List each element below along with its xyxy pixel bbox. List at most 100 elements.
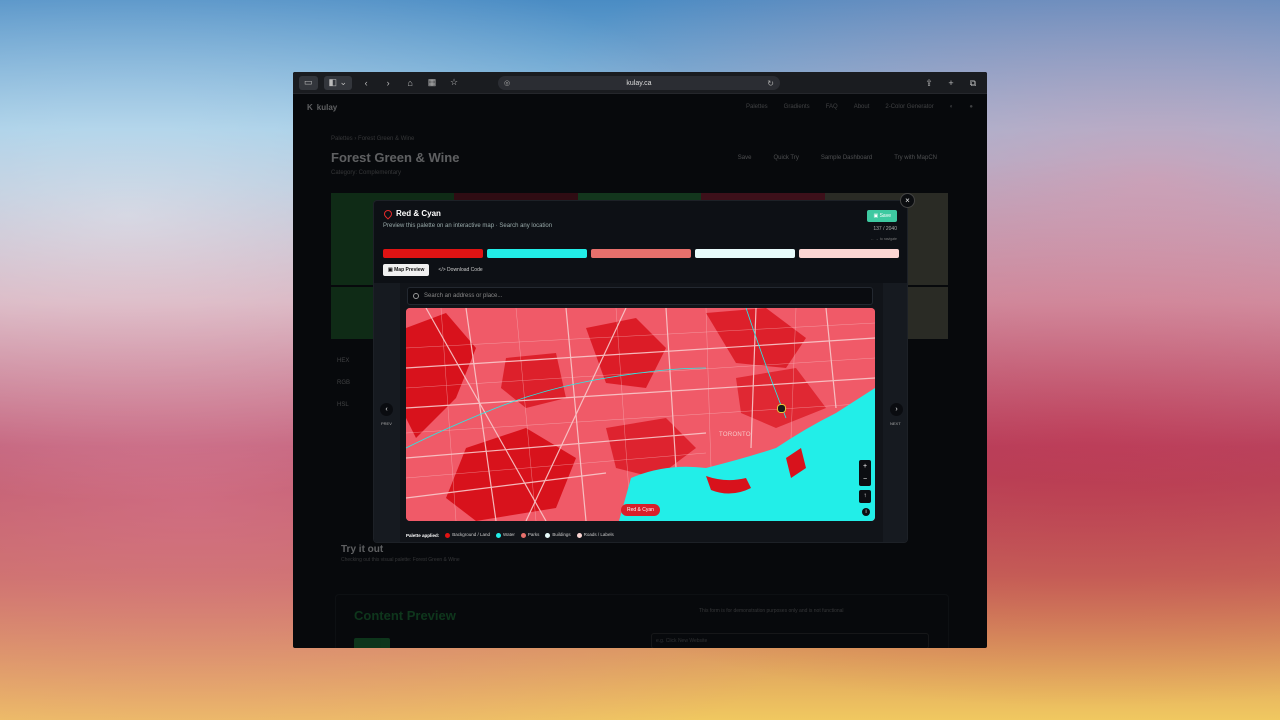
info-icon[interactable]: i	[862, 508, 870, 516]
legend-item: Roads / Labels	[576, 532, 614, 538]
breadcrumb-current: Forest Green & Wine	[358, 136, 415, 142]
reload-icon[interactable]: ↻	[767, 79, 774, 88]
legend-dot-icon	[445, 532, 451, 538]
legend-item: Background / Land	[445, 532, 491, 538]
map-frame: ‹ PREV › NEXT Search an address or place…	[374, 283, 907, 542]
grid-icon[interactable]: ▦	[424, 76, 440, 90]
search-placeholder: Search an address or place...	[424, 293, 503, 299]
legend-title: Palette applied:	[406, 532, 440, 538]
user-avatar[interactable]: ●	[969, 104, 973, 110]
address-bar[interactable]: ◎ kulay.ca ↻	[498, 76, 780, 90]
row-hex: HEX	[337, 358, 350, 364]
breadcrumb: Palettes › Forest Green & Wine	[331, 136, 415, 142]
zoom-out-icon[interactable]: −	[859, 473, 871, 486]
zoom-in-icon[interactable]: +	[859, 460, 871, 473]
zoom-controls: + −	[859, 460, 871, 486]
palette-color[interactable]	[695, 249, 795, 258]
legend-label: Background / Land	[452, 532, 491, 538]
city-label: TORONTO	[719, 432, 751, 438]
try-section: Try it out Checking out this visual pale…	[341, 544, 460, 563]
map-canvas[interactable]: TORONTO Red & Cyan + − ↑ i	[406, 308, 875, 521]
modal-subtitle: Preview this palette on an interactive m…	[383, 223, 553, 229]
palette-color[interactable]	[487, 249, 587, 258]
nav-gradients[interactable]: Gradients	[784, 104, 810, 110]
home-icon[interactable]: ⌂	[402, 76, 418, 90]
color-format-rows: HEX RGB HSL	[337, 350, 350, 416]
breadcrumb-root[interactable]: Palettes	[331, 136, 353, 142]
preview-input[interactable]: e.g. Click New Website	[651, 633, 929, 648]
share-icon[interactable]: ⇪	[921, 76, 937, 90]
modal-title-text: Red & Cyan	[396, 209, 441, 218]
new-tab-icon[interactable]: +	[943, 76, 959, 90]
page-title: Forest Green & Wine	[331, 150, 460, 165]
palette-color[interactable]	[799, 249, 899, 258]
page-category: Category: Complementary	[331, 170, 402, 176]
legend-dot-icon	[545, 532, 551, 538]
next-label: NEXT	[890, 421, 901, 426]
forward-icon[interactable]: ›	[380, 76, 396, 90]
nav-about[interactable]: About	[854, 104, 870, 110]
modal-title: Red & Cyan	[382, 207, 441, 220]
legend-dot-icon	[496, 532, 502, 538]
map-search-input[interactable]: Search an address or place...	[407, 287, 873, 305]
save-button[interactable]: ▣ Save	[867, 210, 897, 222]
close-icon[interactable]: ×	[900, 193, 915, 208]
quick-try-action[interactable]: Quick Try	[773, 155, 798, 161]
sample-dashboard-action[interactable]: Sample Dashboard	[821, 155, 872, 161]
address-url: kulay.ca	[626, 79, 652, 87]
tab-download-code[interactable]: </> Download Code	[433, 264, 487, 276]
tabs-overview-icon[interactable]: ⧉	[965, 76, 981, 90]
tab-map-preview[interactable]: ▣ Map Preview	[383, 264, 430, 276]
legend-item: Parks	[520, 532, 540, 538]
cursor-hand-icon	[777, 404, 786, 413]
next-arrow-icon[interactable]: ›	[890, 403, 903, 416]
map-preview-modal: Red & Cyan Preview this palette on an in…	[373, 200, 908, 543]
row-rgb: RGB	[337, 380, 351, 386]
legend-dot-icon	[576, 532, 582, 538]
try-title: Try it out	[341, 544, 384, 555]
map-pin-icon	[382, 207, 394, 220]
site-logo[interactable]: Kkulay	[307, 103, 337, 112]
try-mapcn-action[interactable]: Try with MapCN	[894, 155, 937, 161]
nav-2-color-generator[interactable]: 2-Color Generator	[885, 104, 933, 110]
prev-arrow-icon[interactable]: ‹	[380, 403, 393, 416]
palette-color[interactable]	[591, 249, 691, 258]
back-icon[interactable]: ‹	[358, 76, 374, 90]
legend-label: Buildings	[552, 532, 571, 538]
preview-button[interactable]	[354, 638, 390, 648]
legend-item: Water	[496, 532, 515, 538]
content-preview-card: Content Preview This form is for demonst…	[335, 594, 949, 648]
tab-label: Download Code	[447, 267, 483, 273]
nav-palettes[interactable]: Palettes	[746, 104, 768, 110]
preview-note: This form is for demonstration purposes …	[699, 608, 844, 614]
legend-dot-icon	[520, 532, 526, 538]
tab-label: Map Preview	[394, 267, 425, 273]
save-label: Save	[879, 213, 891, 219]
theme-toggle-icon[interactable]: ◐	[950, 104, 954, 110]
map-graphics	[406, 308, 875, 521]
bookmark-star-icon[interactable]: ☆	[446, 76, 462, 90]
site-nav: Kkulay Palettes Gradients FAQ About 2-Co…	[293, 94, 987, 120]
palette-color[interactable]	[383, 249, 483, 258]
navigate-hint: ← → to navigate	[870, 237, 897, 241]
compass-icon[interactable]: ↑	[859, 490, 871, 503]
preview-title: Content Preview	[354, 608, 456, 623]
try-subtitle: Checking out this visual palette: Forest…	[341, 557, 460, 563]
save-action[interactable]: Save	[738, 155, 752, 161]
legend-label: Water	[503, 532, 515, 538]
legend-label: Roads / Labels	[583, 532, 614, 538]
legend-item: Buildings	[545, 532, 571, 538]
next-panel: › NEXT	[883, 283, 907, 542]
site-settings-icon[interactable]: ◎	[504, 79, 510, 87]
window-controls-icon[interactable]: ▭	[299, 75, 318, 90]
legend-label: Parks	[527, 532, 540, 538]
prev-label: PREV	[381, 421, 392, 426]
nav-faq[interactable]: FAQ	[826, 104, 838, 110]
logo-k-icon: K	[307, 102, 313, 112]
palette-badge: Red & Cyan	[621, 504, 660, 516]
palette-legend: Palette applied: Background / Land Water…	[401, 527, 614, 542]
search-icon	[413, 293, 419, 299]
browser-toolbar: ▭ ◧ ⌄ ‹ › ⌂ ▦ ☆ ◎ kulay.ca ↻ ⇪ + ⧉	[293, 72, 987, 94]
page-actions: Save Quick Try Sample Dashboard Try with…	[738, 155, 937, 161]
sidebar-toggle-icon[interactable]: ◧ ⌄	[323, 75, 353, 90]
